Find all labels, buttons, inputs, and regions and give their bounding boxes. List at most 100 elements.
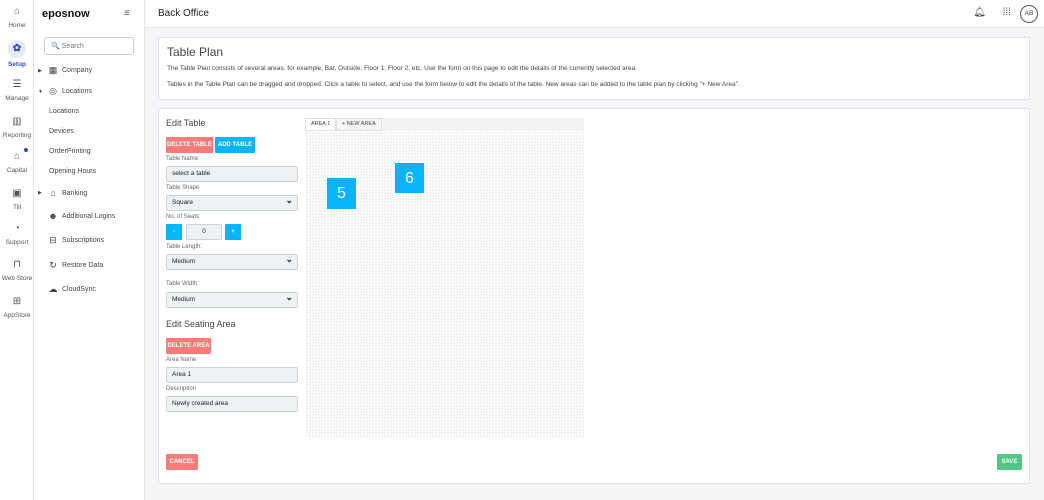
top-header: Back Office 🔔︎ ⁞⁞⁞ AB (145, 0, 1044, 28)
sidebar: eposnow ≡ 🔍 Search ▶ ▦ Company ▼ ◎ Locations… (34, 0, 145, 500)
sidebar-item-additional-logins[interactable]: ☻ Additional Logins (38, 211, 115, 221)
bank-icon: ⌂ (50, 188, 56, 198)
logo: eposnow (42, 8, 90, 20)
chevron-right-icon: ▶ (38, 67, 42, 74)
label: Company (62, 67, 92, 74)
location-pin-icon: ◎ (49, 86, 57, 96)
sidebar-sub-opening-hours[interactable]: Opening Hours (49, 168, 96, 175)
sidebar-item-restore-data[interactable]: ↻ Restore Data (38, 260, 103, 271)
rail-label: Setup (7, 61, 27, 68)
area-name-label: Area Name (166, 357, 197, 363)
table-width-label: Table Width: (166, 281, 200, 287)
building-icon: ▦ (48, 65, 58, 75)
page-header-title: Back Office (158, 8, 209, 19)
home-icon: ⌂ (13, 6, 21, 17)
search-placeholder: Search (61, 43, 84, 50)
rail-label: Reporting (2, 132, 32, 139)
label: Banking (62, 189, 88, 197)
monitor-icon: ▣ (12, 188, 22, 199)
table-shape-label: Table Shape (166, 185, 200, 191)
gear-icon: ✿ (8, 40, 26, 58)
label: Locations (62, 88, 92, 95)
label: Restore Data (62, 262, 104, 269)
bank-icon: ⌂ (13, 151, 21, 162)
rail-label: Manage (5, 95, 29, 102)
table-width-select[interactable]: Medium (166, 290, 298, 308)
page-title: Table Plan (167, 45, 224, 59)
search-input[interactable]: 🔍 Search (44, 37, 134, 55)
chevron-down-icon: ▼ (38, 88, 43, 95)
rail-label: AppStore (3, 312, 31, 319)
label: CloudSync (62, 286, 96, 293)
bag-icon: ⊓ (13, 259, 21, 270)
tab-area-1[interactable]: AREA 1 (305, 118, 337, 131)
new-area-button[interactable]: + NEW AREA (336, 118, 382, 131)
info-card: Table Plan The Table Plan consists of se… (158, 37, 1030, 100)
table-name-label: Table Name: (166, 156, 200, 162)
sidebar-item-banking[interactable]: ▶ ⌂ Banking (38, 188, 87, 198)
seats-label: No. of Seats: (166, 214, 201, 220)
apps-icon: ⊞ (12, 296, 22, 307)
sidebar-item-subscriptions[interactable]: ⊟ Subscriptions (38, 235, 104, 246)
description-label: Description (166, 386, 197, 392)
cloud-icon: ☁ (48, 284, 58, 294)
rail-item-manage[interactable]: ☰ Manage (0, 78, 34, 102)
headset-icon: ◔ (13, 223, 21, 234)
sidebar-item-locations[interactable]: ▼ ◎ Locations (38, 86, 92, 97)
avatar[interactable]: AB (1020, 5, 1038, 23)
table-plan-card: Edit Table DELETE TABLE ADD TABLE Table … (158, 108, 1030, 484)
delete-area-button[interactable]: DELETE AREA (166, 338, 211, 354)
sidebar-sub-orderprinting[interactable]: OrderPrinting (49, 148, 91, 155)
cancel-button[interactable]: CANCEL (166, 454, 198, 470)
icon-rail: ⌂ Home ✿ Setup ☰ Manage ▥ Reporting ⌂ Capital ▣ Til… (0, 0, 34, 500)
info-text: Tables in the Table Plan can be dragged … (167, 81, 740, 88)
info-text: The Table Plan consists of several areas… (167, 65, 637, 72)
sidebar-item-cloudsync[interactable]: ☁ CloudSync (38, 284, 96, 295)
seats-decrement-button[interactable]: - (166, 224, 182, 240)
apps-grid-icon[interactable]: ⁞⁞⁞ (1003, 7, 1011, 18)
table-name-input[interactable]: select a table (166, 166, 298, 182)
bell-icon[interactable]: 🔔︎ (973, 7, 986, 18)
table-length-label: Table Length: (166, 244, 203, 250)
save-button[interactable]: SAVE (997, 454, 1022, 470)
area-name-input[interactable]: Area 1 (166, 367, 298, 383)
rail-item-web-store[interactable]: ⊓ Web Store (0, 258, 34, 282)
seats-input[interactable]: 0 (186, 224, 222, 240)
rail-label: Capital (6, 167, 28, 174)
rail-label: Web Store (1, 275, 33, 282)
table-plan-grid[interactable]: 5 6 (305, 131, 584, 437)
table-shape-select[interactable]: Square (166, 193, 298, 211)
chevron-right-icon: ▶ (38, 190, 42, 196)
edit-seating-area-heading: Edit Seating Area (166, 319, 236, 329)
rail-item-support[interactable]: ◔ Support (0, 222, 34, 246)
restore-icon: ↻ (49, 260, 57, 270)
rail-item-reporting[interactable]: ▥ Reporting (0, 115, 34, 139)
sidebar-item-company[interactable]: ▶ ▦ Company (38, 65, 92, 76)
delete-table-button[interactable]: DELETE TABLE (166, 137, 213, 153)
rail-item-capital[interactable]: ⌂ Capital (0, 148, 34, 174)
table-5[interactable]: 5 (327, 178, 356, 209)
rail-label: Home (8, 22, 26, 29)
description-input[interactable]: Newly created area (166, 396, 298, 412)
sidebar-sub-locations[interactable]: Locations (49, 108, 79, 115)
briefcase-icon: ⊟ (49, 235, 57, 245)
checklist-icon: ☰ (12, 79, 22, 90)
sidebar-sub-devices[interactable]: Devices (49, 128, 74, 135)
table-length-select[interactable]: Medium (166, 252, 298, 270)
rail-item-setup[interactable]: ✿ Setup (0, 40, 34, 68)
users-icon: ☻ (48, 211, 58, 221)
label: Subscriptions (62, 237, 105, 244)
rail-item-appstore[interactable]: ⊞ AppStore (0, 295, 34, 319)
label: Additional Logins (62, 212, 116, 220)
area-tabs: AREA 1 + NEW AREA (305, 118, 584, 131)
add-table-button[interactable]: ADD TABLE (215, 137, 255, 153)
rail-item-home[interactable]: ⌂ Home (0, 5, 34, 29)
seats-increment-button[interactable]: + (225, 224, 241, 240)
notification-dot (24, 148, 28, 152)
collapse-menu-icon[interactable]: ≡ (124, 8, 130, 19)
edit-table-heading: Edit Table (166, 118, 206, 128)
bar-chart-icon: ▥ (12, 116, 22, 127)
table-6[interactable]: 6 (395, 163, 424, 193)
rail-label: Support (5, 239, 29, 246)
rail-item-till[interactable]: ▣ Till (0, 187, 34, 211)
